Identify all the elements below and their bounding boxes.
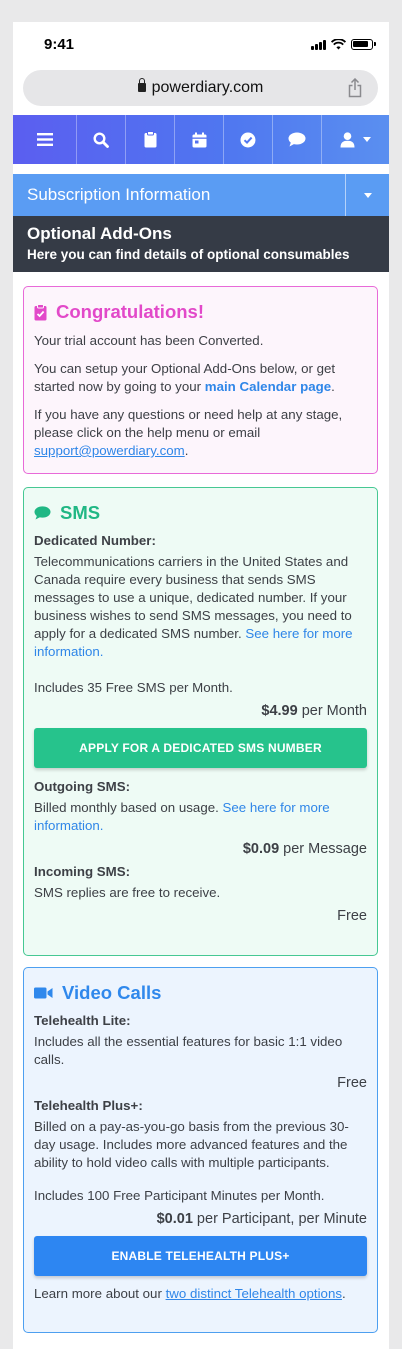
status-icons	[311, 38, 376, 50]
congratulations-card: Congratulations! Your trial account has …	[23, 286, 378, 474]
telehealth-plus-includes: Includes 100 Free Participant Minutes pe…	[34, 1188, 325, 1203]
subscription-dropdown[interactable]: Subscription Information	[13, 174, 389, 216]
nav-messages-button[interactable]	[273, 115, 322, 164]
address-bar[interactable]: powerdiary.com	[23, 70, 378, 106]
congrats-line-3: If you have any questions or need help a…	[34, 407, 343, 458]
outgoing-price: $0.09 per Message	[242, 841, 367, 857]
status-bar: 9:41	[13, 22, 389, 66]
sms-card: SMS Dedicated Number: Telecommunications…	[23, 487, 378, 956]
wifi-icon	[331, 38, 346, 49]
enable-telehealth-plus-button[interactable]: ENABLE TELEHEALTH PLUS+	[34, 1236, 367, 1276]
video-calls-title: Video Calls	[34, 982, 367, 1004]
main-navbar	[13, 115, 389, 164]
main-calendar-link[interactable]: main Calendar page	[205, 379, 331, 394]
check-circle-icon	[240, 132, 256, 147]
nav-menu-button[interactable]	[13, 115, 77, 164]
menu-icon	[36, 133, 53, 146]
dedicated-price: $4.99 per Month	[261, 703, 367, 719]
page-title: Optional Add-Ons	[27, 224, 172, 243]
nav-user-menu[interactable]	[322, 115, 389, 164]
chevron-down-icon	[363, 192, 372, 198]
clipboard-icon	[144, 131, 156, 148]
congratulations-title: Congratulations!	[34, 301, 367, 323]
page-header: Optional Add-Ons Here you can find detai…	[13, 216, 389, 272]
outgoing-sms-heading: Outgoing SMS:	[34, 779, 131, 794]
nav-tasks-button[interactable]	[224, 115, 273, 164]
incoming-sms-heading: Incoming SMS:	[34, 864, 131, 879]
chat-icon	[34, 506, 51, 520]
outgoing-sms-text: Billed monthly based on usage. See here …	[34, 800, 330, 833]
url-display[interactable]: powerdiary.com	[23, 78, 378, 97]
nav-calendar-button[interactable]	[175, 115, 224, 164]
video-camera-icon	[34, 987, 53, 999]
nav-search-button[interactable]	[77, 115, 126, 164]
search-icon	[93, 131, 109, 148]
incoming-price: Free	[337, 908, 367, 924]
signal-icon	[311, 39, 326, 50]
chevron-down-icon	[363, 137, 371, 142]
sms-includes-text: Includes 35 Free SMS per Month.	[34, 680, 233, 695]
video-calls-card: Video Calls Telehealth Lite: Includes al…	[23, 967, 378, 1333]
dedicated-number-heading: Dedicated Number:	[34, 533, 156, 548]
dedicated-number-text: Telecommunications carriers in the Unite…	[34, 554, 353, 659]
video-calls-heading: Video Calls	[62, 982, 162, 1003]
telehealth-lite-price: Free	[337, 1075, 367, 1091]
apply-dedicated-number-button[interactable]: APPLY FOR A DEDICATED SMS NUMBER	[34, 728, 367, 768]
telehealth-options-link[interactable]: two distinct Telehealth options	[166, 1286, 342, 1301]
phone-screen: 9:41 powerdiary.com Subscription Informa…	[13, 22, 389, 1349]
telehealth-plus-price: $0.01 per Participant, per Minute	[156, 1211, 367, 1227]
support-email-link[interactable]: support@powerdiary.com	[34, 443, 185, 458]
sms-title: SMS	[34, 502, 367, 524]
status-time: 9:41	[44, 36, 75, 53]
dropdown-toggle[interactable]	[345, 174, 389, 216]
chat-icon	[288, 132, 306, 147]
telehealth-plus-text: Billed on a pay-as-you-go basis from the…	[34, 1119, 349, 1170]
calendar-icon	[192, 132, 206, 147]
telehealth-learn-more: Learn more about our two distinct Telehe…	[34, 1286, 346, 1301]
congrats-line-2: You can setup your Optional Add-Ons belo…	[34, 361, 336, 394]
telehealth-plus-heading: Telehealth Plus+:	[34, 1098, 143, 1113]
clipboard-check-icon	[34, 303, 47, 320]
user-icon	[340, 131, 355, 147]
lock-icon	[137, 78, 146, 92]
page-subtitle: Here you can find details of optional co…	[27, 247, 350, 262]
congrats-line-1: Your trial account has been Converted.	[34, 333, 264, 348]
congratulations-heading: Congratulations!	[56, 301, 204, 322]
sms-heading: SMS	[60, 502, 101, 523]
battery-icon	[351, 38, 376, 50]
subscription-dropdown-label: Subscription Information	[27, 185, 211, 204]
telehealth-lite-text: Includes all the essential features for …	[34, 1034, 343, 1067]
nav-clipboard-button[interactable]	[126, 115, 175, 164]
incoming-sms-text: SMS replies are free to receive.	[34, 885, 221, 900]
telehealth-lite-heading: Telehealth Lite:	[34, 1013, 131, 1028]
share-icon[interactable]	[348, 78, 362, 98]
url-text: powerdiary.com	[151, 79, 264, 96]
